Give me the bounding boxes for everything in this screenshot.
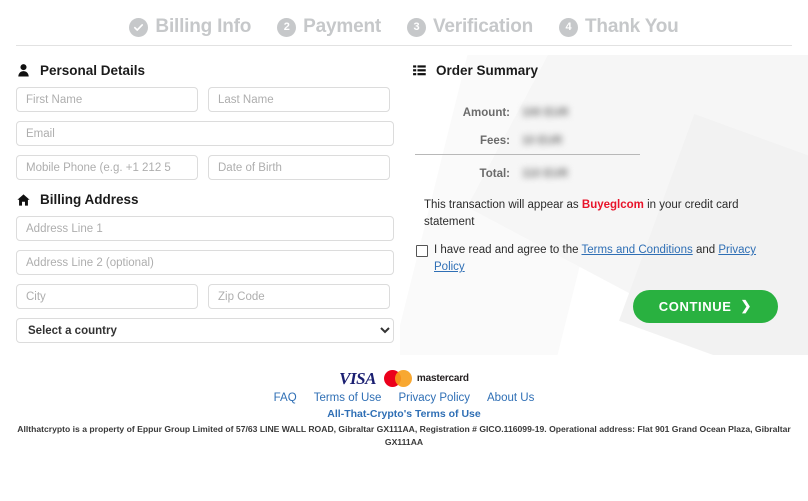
- phone-dob-row: [16, 155, 394, 180]
- step-verification[interactable]: 3 Verification: [406, 16, 534, 38]
- continue-button-label: CONTINUE: [658, 298, 732, 314]
- summary-row-total: Total: 110 EUR: [412, 168, 792, 180]
- step-payment[interactable]: 2 Payment: [277, 16, 381, 38]
- zip-code-input[interactable]: [208, 284, 390, 309]
- personal-details-heading: Personal Details: [16, 63, 394, 78]
- footer-link-terms-of-use[interactable]: Terms of Use: [314, 392, 382, 404]
- email-input[interactable]: [16, 121, 394, 146]
- step-number-badge: 4: [559, 17, 579, 37]
- name-row: [16, 87, 394, 112]
- visa-logo: VISA: [339, 369, 376, 388]
- summary-value-total: 110 EUR: [522, 168, 569, 180]
- address1-row: [16, 216, 394, 241]
- step-label: Billing Info: [155, 16, 252, 37]
- country-select[interactable]: Select a country: [16, 318, 394, 343]
- step-number-badge: 3: [406, 17, 426, 37]
- section-title: Billing Address: [40, 192, 139, 207]
- checkout-stepper: Billing Info 2 Payment 3 Verification 4 …: [0, 0, 808, 50]
- checkout-main: Personal Details Billing Address: [0, 50, 808, 360]
- summary-label: Total:: [479, 168, 510, 180]
- list-icon: [412, 65, 427, 76]
- summary-row-amount: Amount: 100 EUR: [412, 107, 792, 119]
- cta-container: CONTINUE ❯: [412, 289, 792, 323]
- section-title: Personal Details: [40, 63, 146, 78]
- user-icon: [16, 64, 31, 77]
- mastercard-logo: mastercard: [383, 370, 469, 387]
- terms-and-conditions-link[interactable]: Terms and Conditions: [582, 244, 693, 256]
- legal-disclaimer: Allthatcrypto is a property of Eppur Gro…: [17, 424, 791, 447]
- date-of-birth-input[interactable]: [208, 155, 390, 180]
- city-zip-row: [16, 284, 394, 309]
- email-row: [16, 121, 394, 146]
- order-summary-heading: Order Summary: [412, 63, 792, 78]
- step-label: Thank You: [585, 16, 679, 37]
- mastercard-wordmark: mastercard: [416, 373, 469, 384]
- terms-agreement-text: I have read and agree to the Terms and C…: [434, 242, 766, 275]
- section-title: Order Summary: [436, 63, 539, 78]
- chevron-right-icon: ❯: [740, 298, 752, 314]
- check-circle-icon: [129, 17, 149, 37]
- page-footer: VISA mastercard FAQ Terms of Use Privacy…: [0, 370, 808, 420]
- terms-agreement-checkbox[interactable]: [416, 245, 428, 258]
- summary-label: Amount:: [462, 107, 510, 119]
- last-name-input[interactable]: [208, 87, 390, 112]
- summary-value-fees: 10 EUR: [522, 135, 563, 147]
- step-number-badge: 2: [277, 17, 297, 37]
- footer-link-privacy-policy[interactable]: Privacy Policy: [398, 392, 470, 404]
- footer-sub-link-row: All-That-Crypto's Terms of Use: [0, 408, 808, 420]
- footer-links: FAQ Terms of Use Privacy Policy About Us: [0, 392, 808, 404]
- first-name-input[interactable]: [16, 87, 198, 112]
- terms-agreement-row: I have read and agree to the Terms and C…: [416, 242, 766, 275]
- city-input[interactable]: [16, 284, 198, 309]
- summary-row-fees: Fees: 10 EUR: [412, 135, 792, 147]
- agreement-prefix: I have read and agree to the: [434, 244, 579, 257]
- address2-row: [16, 250, 394, 275]
- address-line-2-input[interactable]: [16, 250, 394, 275]
- merchant-descriptor: Buyeglcom: [581, 199, 644, 211]
- transaction-statement-notice: This transaction will appear as Buyeglco…: [424, 197, 764, 230]
- all-that-crypto-terms-link[interactable]: All-That-Crypto's Terms of Use: [327, 408, 480, 420]
- mobile-phone-input[interactable]: [16, 155, 198, 180]
- step-label: Payment: [303, 16, 381, 37]
- address-line-1-input[interactable]: [16, 216, 394, 241]
- summary-value-amount: 100 EUR: [522, 107, 569, 119]
- footer-link-about-us[interactable]: About Us: [487, 392, 534, 404]
- statement-prefix: This transaction will appear as: [424, 199, 579, 211]
- agreement-conjunction: and: [695, 244, 716, 257]
- step-label: Verification: [432, 16, 534, 37]
- order-summary-column: Order Summary Amount: 100 EUR Fees: 10 E…: [394, 60, 792, 360]
- step-billing-info[interactable]: Billing Info: [129, 16, 251, 38]
- footer-link-faq[interactable]: FAQ: [274, 392, 297, 404]
- continue-button[interactable]: CONTINUE ❯: [632, 289, 778, 323]
- billing-form-column: Personal Details Billing Address: [16, 60, 394, 360]
- mastercard-circles-icon: [383, 370, 412, 387]
- summary-label: Fees:: [479, 135, 510, 147]
- home-icon: [16, 193, 31, 206]
- country-row: Select a country: [16, 318, 394, 343]
- billing-address-heading: Billing Address: [16, 192, 394, 207]
- payment-card-logos: VISA mastercard: [0, 370, 808, 387]
- header-divider: [16, 45, 792, 46]
- step-thank-you[interactable]: 4 Thank You: [559, 16, 679, 38]
